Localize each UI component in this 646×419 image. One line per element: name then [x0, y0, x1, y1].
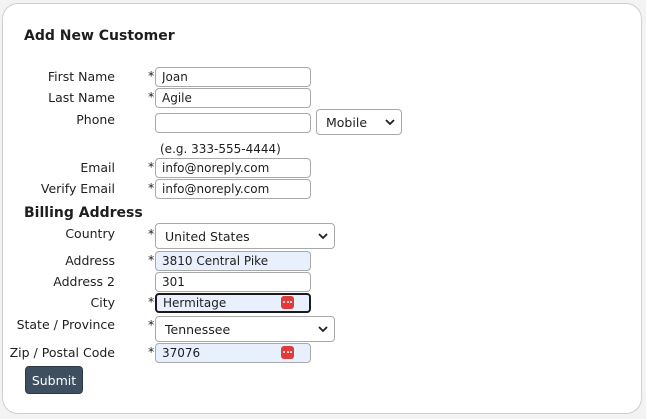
- country-select[interactable]: United States: [155, 223, 335, 249]
- verify-email-label: Verify Email: [40, 181, 115, 196]
- address-label: Address: [65, 253, 115, 268]
- zip-label: Zip / Postal Code: [9, 345, 115, 360]
- phone-format-hint: (e.g. 333-555-4444): [160, 142, 281, 156]
- phone-type-value: Mobile: [326, 115, 368, 130]
- verify-email-row: Verify Email *: [3, 179, 603, 199]
- last-name-required-mark: *: [148, 89, 155, 104]
- form-title: Add New Customer: [24, 28, 175, 44]
- country-required-mark: *: [148, 226, 155, 241]
- add-customer-card: Add New Customer First Name * Last Name …: [2, 3, 642, 414]
- address2-label: Address 2: [53, 274, 115, 289]
- password-manager-icon[interactable]: [281, 346, 294, 359]
- chevron-down-icon: [385, 119, 395, 126]
- phone-type-select[interactable]: Mobile: [316, 109, 402, 135]
- email-required-mark: *: [148, 159, 155, 174]
- country-value: United States: [165, 229, 250, 244]
- phone-input[interactable]: [155, 113, 311, 133]
- submit-button[interactable]: Submit: [25, 366, 83, 394]
- state-value: Tennessee: [165, 322, 231, 337]
- first-name-required-mark: *: [148, 68, 155, 83]
- billing-address-heading: Billing Address: [24, 205, 143, 221]
- address-row: Address *: [3, 251, 603, 271]
- city-row: City *: [3, 293, 603, 313]
- state-row: State / Province * Tennessee: [3, 316, 603, 342]
- country-row: Country * United States: [3, 223, 603, 249]
- password-manager-icon[interactable]: [281, 296, 294, 309]
- email-label: Email: [80, 160, 115, 175]
- state-required-mark: *: [148, 317, 155, 332]
- email-input[interactable]: [155, 158, 311, 178]
- city-required-mark: *: [148, 294, 155, 309]
- address2-row: Address 2: [3, 272, 603, 292]
- state-label: State / Province: [16, 317, 115, 332]
- chevron-down-icon: [318, 326, 328, 333]
- first-name-input[interactable]: [155, 67, 311, 87]
- zip-row: Zip / Postal Code *: [3, 343, 603, 363]
- zip-required-mark: *: [148, 344, 155, 359]
- last-name-row: Last Name *: [3, 88, 603, 108]
- last-name-label: Last Name: [48, 90, 115, 105]
- state-select[interactable]: Tennessee: [155, 316, 335, 342]
- verify-email-required-mark: *: [148, 180, 155, 195]
- verify-email-input[interactable]: [155, 179, 311, 199]
- last-name-input[interactable]: [155, 88, 311, 108]
- city-label: City: [90, 295, 116, 310]
- first-name-label: First Name: [47, 69, 115, 84]
- chevron-down-icon: [318, 233, 328, 240]
- first-name-row: First Name *: [3, 67, 603, 87]
- address-required-mark: *: [148, 252, 155, 267]
- email-row: Email *: [3, 158, 603, 178]
- country-label: Country: [65, 226, 115, 241]
- phone-row: Phone Mobile: [3, 109, 603, 135]
- address-input[interactable]: [155, 251, 311, 271]
- phone-label: Phone: [76, 112, 115, 127]
- address2-input[interactable]: [155, 272, 311, 292]
